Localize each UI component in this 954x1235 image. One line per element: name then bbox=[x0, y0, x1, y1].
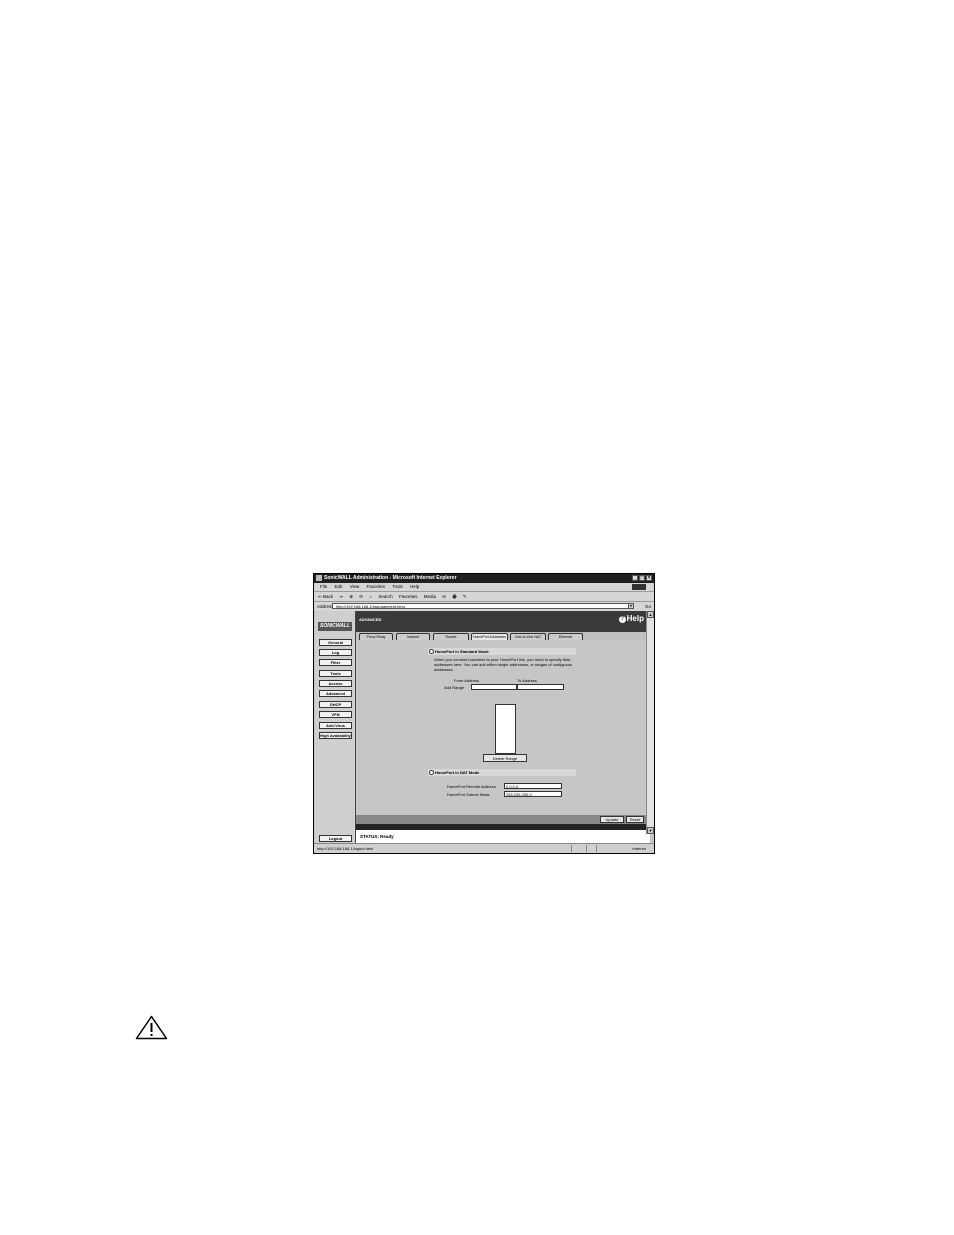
logout-button[interactable]: Logout bbox=[319, 835, 352, 842]
go-button[interactable]: Go bbox=[645, 602, 651, 611]
sidebar-item-general[interactable]: General bbox=[319, 639, 352, 646]
page-header: ADVANCED ? Help bbox=[356, 611, 646, 632]
tab-homeport-addresses[interactable]: HomePort Addresses bbox=[471, 633, 508, 640]
menu-favorites[interactable]: Favorites bbox=[367, 584, 386, 589]
nat-mode-option[interactable]: HomePort in NAT Mode bbox=[428, 769, 576, 776]
status-separator bbox=[571, 845, 572, 852]
standard-mode-description: When you connect machines to your HomePo… bbox=[434, 657, 573, 672]
menu-help[interactable]: Help bbox=[410, 584, 419, 589]
sidebar: SONICWALL General Log Filter Tools Acces… bbox=[315, 611, 356, 843]
browser-status-bar: http://192.168.168.1/logout.html Interne… bbox=[314, 843, 654, 853]
subnet-mask-label: HomePort Subnet Mask bbox=[447, 792, 490, 797]
menu-bar: File Edit View Favorites Tools Help bbox=[314, 583, 654, 591]
status-text: STATUS: Ready bbox=[356, 830, 650, 843]
delete-range-button[interactable]: Delete Range bbox=[483, 754, 527, 762]
standard-mode-option[interactable]: HomePort in Standard Mode bbox=[428, 648, 576, 655]
windows-logo-icon bbox=[632, 584, 646, 590]
back-button[interactable]: ⇐ Back bbox=[318, 594, 333, 599]
remote-address-input[interactable]: 0.0.0.0 bbox=[504, 783, 562, 789]
home-button[interactable]: ⌂ bbox=[369, 594, 372, 599]
help-link[interactable]: ? Help bbox=[618, 614, 644, 623]
ie-logo-icon bbox=[316, 575, 322, 581]
sidebar-item-log[interactable]: Log bbox=[319, 649, 352, 656]
sidebar-item-access[interactable]: Access bbox=[319, 680, 352, 687]
add-range-label: Add Range bbox=[444, 685, 465, 690]
sidebar-item-vpn[interactable]: VPN bbox=[319, 711, 352, 718]
scroll-down-icon[interactable]: ▼ bbox=[647, 827, 654, 834]
menu-edit[interactable]: Edit bbox=[335, 584, 343, 589]
standard-mode-radio[interactable] bbox=[429, 649, 434, 654]
browser-window: SonicWALL Administration - Microsoft Int… bbox=[313, 573, 655, 854]
print-button[interactable]: 🖶 bbox=[452, 594, 456, 599]
remote-address-label: HomePort Remote Address bbox=[447, 784, 496, 789]
sidebar-item-anti-virus[interactable]: Anti-Virus bbox=[319, 722, 352, 729]
stop-button[interactable]: ⊗ bbox=[349, 594, 353, 599]
sidebar-item-filter[interactable]: Filter bbox=[319, 659, 352, 666]
tab-ethernet[interactable]: Ethernet bbox=[548, 633, 583, 640]
tab-routes[interactable]: Routes bbox=[433, 633, 469, 640]
to-address-label: To Address bbox=[517, 678, 537, 683]
refresh-button[interactable]: ⟳ bbox=[359, 594, 363, 599]
settings-panel: HomePort in Standard Mode When you conne… bbox=[356, 640, 646, 815]
action-bar: Update Reset bbox=[356, 815, 646, 824]
sonicwall-logo: SONICWALL bbox=[318, 622, 352, 631]
media-button[interactable]: Media bbox=[424, 594, 436, 599]
favorites-button[interactable]: Favorites bbox=[399, 594, 418, 599]
main-content: ADVANCED ? Help Proxy Relay Intranet Rout… bbox=[356, 611, 650, 843]
status-url: http://192.168.168.1/logout.html bbox=[317, 846, 374, 851]
from-address-label: From Address bbox=[454, 678, 479, 683]
tab-one-to-one-nat[interactable]: One-to-One NAT bbox=[510, 633, 546, 640]
menu-view[interactable]: View bbox=[350, 584, 360, 589]
maximize-button[interactable]: □ bbox=[639, 575, 645, 581]
reset-button[interactable]: Reset bbox=[626, 816, 644, 823]
sidebar-item-dhcp[interactable]: DHCP bbox=[319, 701, 352, 708]
menu-tools[interactable]: Tools bbox=[392, 584, 403, 589]
help-icon: ? bbox=[618, 616, 626, 623]
forward-button[interactable]: ⇒ bbox=[339, 594, 343, 599]
internet-zone-label: Internet bbox=[632, 846, 646, 851]
from-address-input[interactable] bbox=[471, 684, 517, 690]
status-separator bbox=[586, 845, 587, 852]
tab-intranet[interactable]: Intranet bbox=[396, 633, 430, 640]
nat-mode-radio[interactable] bbox=[429, 770, 434, 775]
close-button[interactable]: × bbox=[646, 575, 652, 581]
minimize-button[interactable]: _ bbox=[632, 575, 638, 581]
vertical-scrollbar[interactable]: ▲ ▼ bbox=[646, 611, 654, 834]
address-range-list[interactable] bbox=[495, 704, 516, 754]
scroll-up-icon[interactable]: ▲ bbox=[647, 611, 654, 618]
subnet-mask-input[interactable]: 255.255.255.0 bbox=[504, 791, 562, 797]
page-title: ADVANCED bbox=[359, 617, 382, 622]
update-button[interactable]: Update bbox=[600, 816, 624, 823]
search-button[interactable]: Search bbox=[378, 594, 392, 599]
mail-button[interactable]: ✉ bbox=[442, 594, 446, 599]
window-title: SonicWALL Administration - Microsoft Int… bbox=[324, 575, 457, 581]
menu-file[interactable]: File bbox=[320, 584, 327, 589]
edit-button[interactable]: ✎ bbox=[463, 594, 467, 599]
title-bar: SonicWALL Administration - Microsoft Int… bbox=[314, 574, 654, 583]
sidebar-item-high-availability[interactable]: High Availability bbox=[319, 732, 352, 739]
sidebar-item-tools[interactable]: Tools bbox=[319, 670, 352, 677]
to-address-input[interactable] bbox=[517, 684, 564, 690]
chevron-down-icon[interactable]: ▾ bbox=[628, 603, 634, 609]
address-input[interactable]: http://192.168.168.1/management.html bbox=[332, 603, 634, 609]
sidebar-item-advanced[interactable]: Advanced bbox=[319, 690, 352, 697]
status-separator bbox=[596, 845, 597, 852]
warning-icon bbox=[135, 1015, 168, 1040]
tab-proxy-relay[interactable]: Proxy Relay bbox=[359, 633, 393, 640]
